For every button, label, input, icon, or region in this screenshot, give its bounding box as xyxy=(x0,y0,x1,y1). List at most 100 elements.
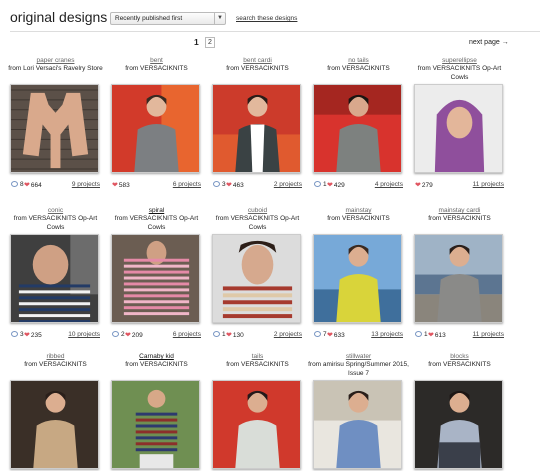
pattern-stats: 1 ❤613 11 projects xyxy=(415,331,504,340)
pattern-name-link[interactable]: paper cranes xyxy=(5,57,106,64)
pattern-name-link[interactable]: mainstay xyxy=(308,207,409,214)
pattern-photo[interactable] xyxy=(414,380,503,469)
comments-count[interactable]: 3 xyxy=(11,331,24,338)
header-divider xyxy=(10,31,540,32)
projects-link[interactable]: 13 projects xyxy=(371,331,403,338)
comments-count[interactable]: 1 xyxy=(213,331,226,338)
favorites-count[interactable]: ❤583 xyxy=(112,181,130,189)
pattern-source: from Lori Versaci's Ravelry Store xyxy=(8,65,103,72)
projects-link[interactable]: 2 projects xyxy=(274,331,302,338)
pattern-name-link[interactable]: mainstay cardi xyxy=(409,207,510,214)
projects-link[interactable]: 4 projects xyxy=(375,181,403,188)
comment-icon xyxy=(213,181,220,187)
favorites-count[interactable]: ❤664 xyxy=(24,181,42,189)
page-title: original designs xyxy=(10,9,108,25)
pattern-name-link[interactable]: Carnaby kid xyxy=(106,353,207,360)
pattern-name-link[interactable]: stillwater xyxy=(308,353,409,360)
favorites-count[interactable]: ❤429 xyxy=(327,181,345,189)
heart-icon: ❤ xyxy=(125,332,131,339)
pattern-photo[interactable] xyxy=(212,234,301,323)
heart-icon: ❤ xyxy=(24,182,30,189)
comment-icon xyxy=(112,331,119,337)
pattern-stats: ❤583 6 projects xyxy=(112,181,201,190)
pattern-source: from VERSACIKNITS xyxy=(327,65,390,72)
projects-link[interactable]: 6 projects xyxy=(173,181,201,188)
pattern-photo[interactable] xyxy=(313,234,402,323)
heart-icon: ❤ xyxy=(428,332,434,339)
pattern-photo[interactable] xyxy=(313,84,402,173)
search-designs-link[interactable]: search these designs xyxy=(236,15,297,22)
comment-icon xyxy=(11,331,18,337)
pattern-photo[interactable] xyxy=(10,84,99,173)
heart-icon: ❤ xyxy=(24,332,30,339)
pattern-card: spiral from VERSACIKNITS Op-Art Cowls 2 ❤2… xyxy=(106,207,207,339)
pattern-name-link[interactable]: ribbed xyxy=(5,353,106,360)
comments-count[interactable]: 1 xyxy=(415,331,428,338)
projects-link[interactable]: 10 projects xyxy=(68,331,100,338)
comment-icon xyxy=(314,181,321,187)
comments-count[interactable]: 2 xyxy=(112,331,125,338)
favorites-count[interactable]: ❤279 xyxy=(415,181,433,189)
comments-count[interactable]: 7 xyxy=(314,331,327,338)
pattern-name-link[interactable]: bent cardi xyxy=(207,57,308,64)
pattern-name-link[interactable]: bent xyxy=(106,57,207,64)
favorites-count[interactable]: ❤633 xyxy=(327,331,345,339)
pattern-photo[interactable] xyxy=(313,380,402,469)
pattern-card: conic from VERSACIKNITS Op-Art Cowls 3 ❤23… xyxy=(5,207,106,339)
pattern-photo[interactable] xyxy=(111,380,200,469)
pattern-name-link[interactable]: no tails xyxy=(308,57,409,64)
pattern-name-link[interactable]: spiral xyxy=(106,207,207,214)
comments-count[interactable]: 1 xyxy=(314,181,327,188)
favorites-count[interactable]: ❤613 xyxy=(428,331,446,339)
favorites-count[interactable]: ❤130 xyxy=(226,331,244,339)
pattern-card: ribbed from VERSACIKNITS xyxy=(5,353,106,471)
pattern-photo[interactable] xyxy=(414,84,503,173)
pattern-source: from VERSACIKNITS Op-Art Cowls xyxy=(13,215,98,231)
projects-link[interactable]: 6 projects xyxy=(173,331,201,338)
pattern-source: from VERSACIKNITS xyxy=(24,361,87,368)
pattern-card: blocks from VERSACIKNITS xyxy=(409,353,510,471)
projects-link[interactable]: 9 projects xyxy=(72,181,100,188)
pattern-photo[interactable] xyxy=(10,234,99,323)
pattern-stats: 1 ❤130 2 projects xyxy=(213,331,302,340)
pattern-photo[interactable] xyxy=(212,380,301,469)
pattern-photo[interactable] xyxy=(10,380,99,469)
comment-icon xyxy=(314,331,321,337)
current-page: 1 xyxy=(194,37,199,47)
next-page-link[interactable]: next page → xyxy=(469,39,509,46)
pattern-photo[interactable] xyxy=(212,84,301,173)
pattern-source: from VERSACIKNITS Op-Art Cowls xyxy=(215,215,300,231)
favorites-count[interactable]: ❤209 xyxy=(125,331,143,339)
projects-link[interactable]: 11 projects xyxy=(473,331,504,338)
pattern-source: from amirisu Spring/Summer 2015, Issue 7 xyxy=(308,361,409,377)
heart-icon: ❤ xyxy=(415,182,421,189)
pattern-card: superellipse from VERSACIKNITS Op-Art Cow… xyxy=(409,57,510,189)
pattern-card: no tails from VERSACIKNITS 1 ❤429 4 project… xyxy=(308,57,409,189)
pattern-name-link[interactable]: blocks xyxy=(409,353,510,360)
pattern-source: from VERSACIKNITS xyxy=(226,65,289,72)
projects-link[interactable]: 2 projects xyxy=(274,181,302,188)
pattern-name-link[interactable]: superellipse xyxy=(409,57,510,64)
pattern-card: tails from VERSACIKNITS xyxy=(207,353,308,471)
comments-count[interactable]: 3 xyxy=(213,181,226,188)
pattern-photo[interactable] xyxy=(111,234,200,323)
page-header: original designs Recently published firs… xyxy=(10,9,540,29)
favorites-count[interactable]: ❤235 xyxy=(24,331,42,339)
pattern-card: bent cardi from VERSACIKNITS 3 ❤463 2 proje… xyxy=(207,57,308,189)
pattern-name-link[interactable]: cuboid xyxy=(207,207,308,214)
projects-link[interactable]: 11 projects xyxy=(473,181,504,188)
pattern-photo[interactable] xyxy=(414,234,503,323)
pattern-card: Carnaby kid from VERSACIKNITS xyxy=(106,353,207,471)
pattern-card: bent from VERSACIKNITS ❤583 6 projects xyxy=(106,57,207,190)
favorites-count[interactable]: ❤463 xyxy=(226,181,244,189)
pattern-photo[interactable] xyxy=(111,84,200,173)
pattern-source: from VERSACIKNITS xyxy=(428,215,491,222)
pattern-name-link[interactable]: tails xyxy=(207,353,308,360)
pattern-source: from VERSACIKNITS xyxy=(226,361,289,368)
page-2-link[interactable]: 2 xyxy=(205,37,215,48)
pattern-name-link[interactable]: conic xyxy=(5,207,106,214)
heart-icon: ❤ xyxy=(226,182,232,189)
pattern-source: from VERSACIKNITS xyxy=(428,361,491,368)
sort-dropdown[interactable]: Recently published first ▼ xyxy=(110,12,226,25)
comments-count[interactable]: 8 xyxy=(11,181,24,188)
